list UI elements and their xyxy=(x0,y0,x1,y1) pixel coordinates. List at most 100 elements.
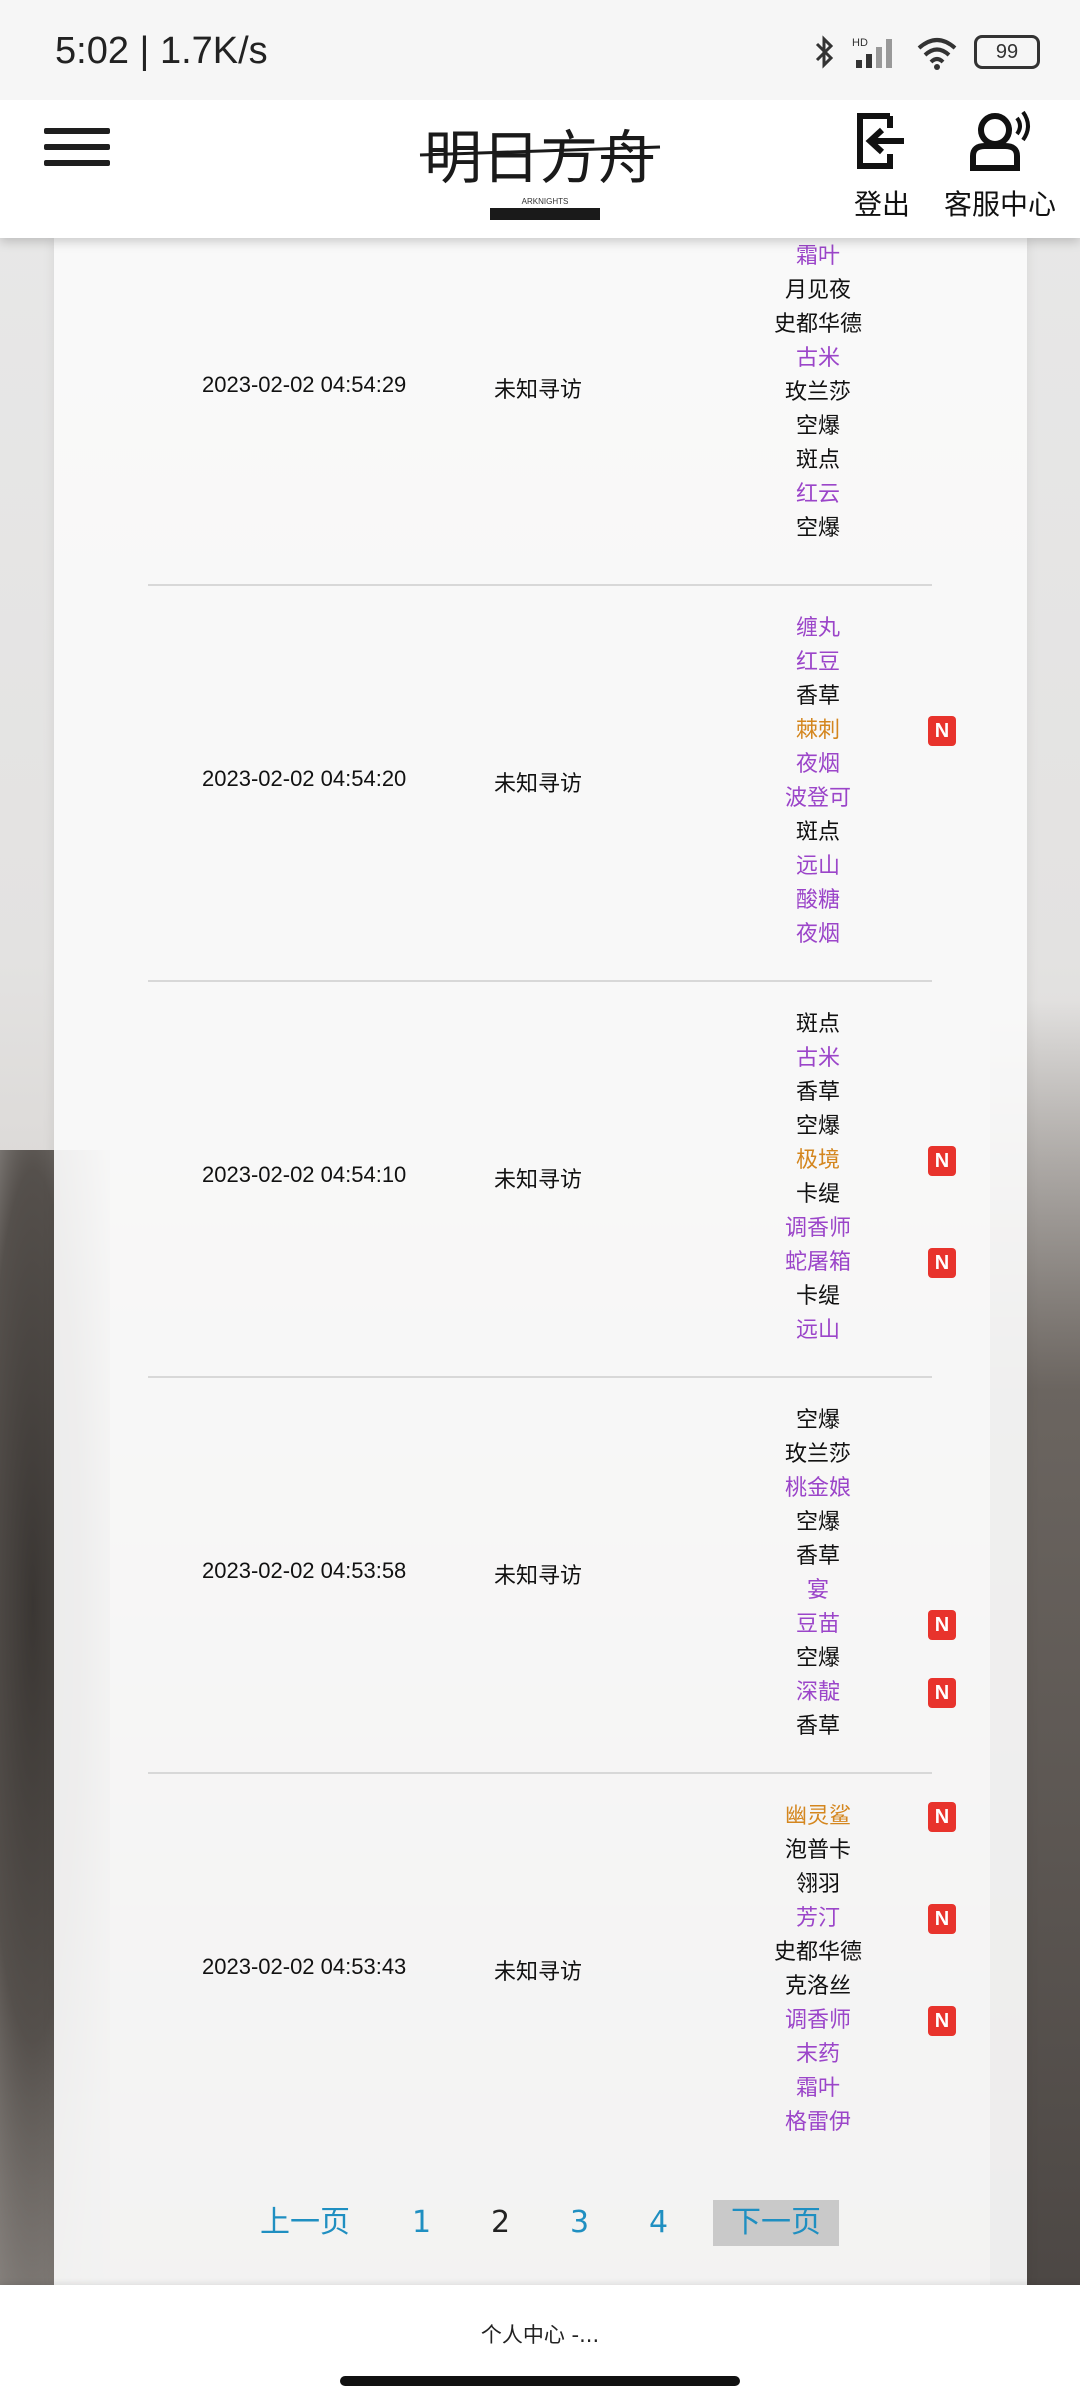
headset-service-icon xyxy=(970,110,1030,171)
operator-name: 空爆 xyxy=(795,414,840,439)
operator-name: 泡普卡 xyxy=(784,1838,851,1863)
new-badge: N xyxy=(928,1146,956,1176)
new-badge: N xyxy=(928,1802,956,1832)
operator-name: 史都华德 xyxy=(773,312,862,337)
pagination: 上一页 1 2 3 4 下一页 xyxy=(0,2200,1080,2250)
page-link-1[interactable]: 1 xyxy=(412,2200,431,2246)
new-badge: N xyxy=(928,716,956,746)
menu-bar-icon xyxy=(44,160,110,166)
operator-name: 香草 xyxy=(795,1080,840,1105)
operator-name: 豆苗 xyxy=(795,1612,840,1637)
operator-name: 酸糖 xyxy=(795,888,840,913)
operator-name: 玫兰莎 xyxy=(784,1442,851,1467)
operator-name: 空爆 xyxy=(795,516,840,541)
record-pool: 未知寻访 xyxy=(494,772,583,797)
browser-tab-strip: 个人中心 -... xyxy=(0,2285,1080,2400)
bluetooth-icon xyxy=(815,35,834,69)
arknights-logo[interactable]: 明日方舟 ARKNIGHTS xyxy=(415,100,665,225)
menu-button[interactable] xyxy=(44,118,110,178)
logo-text: 明日方舟 xyxy=(424,124,656,192)
status-time: 5:02 | 1.7K/s xyxy=(55,30,268,72)
logout-button[interactable]: 登出 xyxy=(838,108,926,223)
operator-name: 玫兰莎 xyxy=(784,380,851,405)
tab-title[interactable]: 个人中心 -... xyxy=(0,2319,1080,2349)
operator-name: 深靛 xyxy=(795,1680,840,1705)
page-link-2-current: 2 xyxy=(491,2205,511,2240)
new-badge: N xyxy=(928,1904,956,1934)
operator-name: 古米 xyxy=(795,346,840,371)
site-header: 明日方舟 ARKNIGHTS 登出 客服中心 xyxy=(0,100,1080,238)
operator-name: 夜烟 xyxy=(795,922,840,947)
record-row: 2023-02-02 04:54:10 未知寻访 斑点 古米 香草 空爆 极境 … xyxy=(148,980,956,1378)
operator-name: 红豆 xyxy=(795,650,840,675)
operator-name: 斑点 xyxy=(795,448,840,473)
operator-name: 调香师 xyxy=(784,1216,851,1241)
record-time: 2023-02-02 04:54:10 xyxy=(202,1162,407,1187)
customer-service-button[interactable]: 客服中心 xyxy=(935,108,1065,223)
operator-name: 空爆 xyxy=(795,1510,840,1535)
operator-name: 斑点 xyxy=(795,820,840,845)
operator-name: 波登可 xyxy=(784,786,851,811)
record-pool: 未知寻访 xyxy=(494,1564,583,1589)
operator-name: 宴 xyxy=(806,1578,829,1603)
page-link-4[interactable]: 4 xyxy=(649,2200,668,2246)
record-row: 2023-02-02 04:53:43 未知寻访 幽灵鲨 N 泡普卡 翎羽 芳汀… xyxy=(148,1772,956,2168)
menu-bar-icon xyxy=(44,128,110,134)
operator-name: 幽灵鲨 xyxy=(784,1804,851,1829)
new-badge: N xyxy=(928,1678,956,1708)
record-pool: 未知寻访 xyxy=(494,1168,583,1193)
operator-name: 红云 xyxy=(795,482,840,507)
operator-name: 芳汀 xyxy=(795,1906,840,1931)
logout-icon xyxy=(857,113,904,169)
operator-name: 桃金娘 xyxy=(784,1476,851,1501)
operator-name: 古米 xyxy=(795,1046,840,1071)
operator-name: 香草 xyxy=(795,1544,840,1569)
operator-name: 缠丸 xyxy=(795,616,840,641)
operator-name: 末药 xyxy=(795,2042,840,2067)
status-icons: HD 99 xyxy=(814,30,1040,74)
home-indicator[interactable] xyxy=(340,2376,740,2386)
svg-text:HD: HD xyxy=(852,37,868,49)
operator-name: 空爆 xyxy=(795,1646,840,1671)
operator-name: 史都华德 xyxy=(773,1940,862,1965)
record-time: 2023-02-02 04:54:20 xyxy=(202,766,407,791)
operator-name: 调香师 xyxy=(784,2008,851,2033)
new-badge: N xyxy=(928,1248,956,1278)
operator-name: 空爆 xyxy=(795,1114,840,1139)
operator-name: 远山 xyxy=(795,854,840,879)
record-row: 2023-02-02 04:54:20 未知寻访 缠丸 红豆 香草 棘刺 N 夜… xyxy=(148,584,956,982)
operator-name: 香草 xyxy=(795,1714,840,1739)
logo-subtext: ARKNIGHTS xyxy=(522,197,569,206)
wifi-icon xyxy=(917,38,957,70)
operator-name: 翎羽 xyxy=(795,1872,840,1897)
battery-icon: 99 xyxy=(974,35,1040,69)
record-time: 2023-02-02 04:53:43 xyxy=(202,1954,407,1979)
operator-name: 远山 xyxy=(795,1318,840,1343)
operator-name: 斑点 xyxy=(795,1012,840,1037)
next-page-button[interactable]: 下一页 xyxy=(713,2200,839,2246)
operator-name: 霜叶 xyxy=(795,2076,840,2101)
record-time: 2023-02-02 04:54:29 xyxy=(202,372,407,397)
operator-name: 棘刺 xyxy=(795,718,840,743)
operator-name: 格雷伊 xyxy=(784,2110,851,2135)
operator-name: 空爆 xyxy=(795,1408,840,1433)
record-row: 2023-02-02 04:54:29 未知寻访 霜叶 月见夜 史都华德 古米 … xyxy=(148,238,932,586)
page-link-3[interactable]: 3 xyxy=(570,2200,589,2246)
record-pool: 未知寻访 xyxy=(494,1960,583,1985)
prev-page-link[interactable]: 上一页 xyxy=(260,2200,350,2246)
operator-name: 香草 xyxy=(795,684,840,709)
record-pool: 未知寻访 xyxy=(494,378,583,403)
new-badge: N xyxy=(928,2006,956,2036)
operator-name: 克洛丝 xyxy=(784,1974,851,1999)
operator-name: 卡缇 xyxy=(795,1182,840,1207)
operator-name: 夜烟 xyxy=(795,752,840,777)
operator-name: 霜叶 xyxy=(795,244,840,269)
customer-service-label: 客服中心 xyxy=(943,188,1056,221)
new-badge: N xyxy=(928,1610,956,1640)
operator-name: 蛇屠箱 xyxy=(784,1250,851,1275)
gacha-history-card: 2023-02-02 04:54:29 未知寻访 霜叶 月见夜 史都华德 古米 … xyxy=(54,238,1027,2288)
status-bar: 5:02 | 1.7K/s HD 99 xyxy=(0,0,1080,100)
logout-label: 登出 xyxy=(853,188,910,221)
menu-bar-icon xyxy=(44,144,110,150)
operator-name: 卡缇 xyxy=(795,1284,840,1309)
